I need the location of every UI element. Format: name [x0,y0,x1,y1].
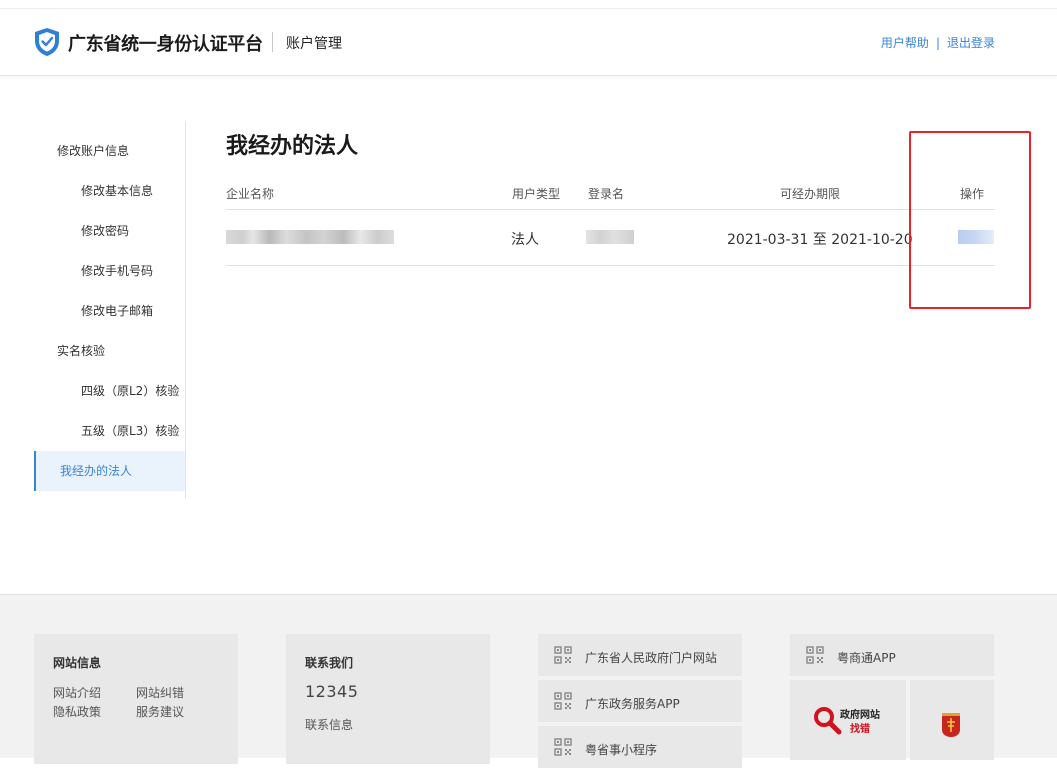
sidebar-item-verification[interactable]: 实名核验 [34,331,185,371]
operation-highlight-box [909,131,1031,309]
sidebar-item-my-legal-persons[interactable]: 我经办的法人 [34,451,185,491]
qr-code-icon [554,738,572,756]
table-header-divider [226,209,995,210]
sidebar-item-password[interactable]: 修改密码 [34,211,185,251]
site-correction-link[interactable]: 网站纠错 [136,684,184,701]
gov-portal-link[interactable]: 广东省人民政府门户网站 [585,649,717,666]
business-app-link[interactable]: 粤商通APP [837,649,896,666]
user-type-cell: 法人 [511,232,539,248]
contact-info-link[interactable]: 联系信息 [305,716,353,733]
help-link[interactable]: 用户帮助 [881,36,929,50]
party-emblem-card[interactable] [910,680,994,760]
qr-code-icon [554,692,572,710]
badge-line2: 找错 [850,724,870,735]
sidebar-item-phone[interactable]: 修改手机号码 [34,251,185,291]
privacy-link[interactable]: 隐私政策 [53,703,101,720]
gov-site-error-badge[interactable]: 政府网站 找错 [790,680,906,760]
contact-title: 联系我们 [305,656,354,670]
table-row-divider [226,265,995,266]
column-header-company: 企业名称 [226,187,275,201]
column-header-user-type: 用户类型 [512,187,561,201]
mini-program-link[interactable]: 粤省事小程序 [585,741,657,758]
sidebar-item-basic-info[interactable]: 修改基本信息 [34,171,185,211]
qr-code-icon [554,646,572,664]
column-header-login: 登录名 [588,187,625,201]
feedback-link[interactable]: 服务建议 [136,703,184,720]
page-title: 我经办的法人 [226,134,359,159]
sidebar-item-level4[interactable]: 四级（原L2）核验 [34,371,185,411]
badge-line1: 政府网站 [840,710,880,721]
business-app-link-card[interactable]: 粤商通APP [790,634,994,676]
emblem-icon [942,713,960,737]
sidebar-nav: 修改账户信息 修改基本信息 修改密码 修改手机号码 修改电子邮箱 实名核验 四级… [34,122,186,499]
gov-app-link-card[interactable]: 广东政务服务APP [538,680,742,722]
header-links: 用户帮助 | 退出登录 [881,34,995,51]
qr-code-icon [806,646,824,664]
site-info-title: 网站信息 [53,656,102,670]
shield-check-icon [35,28,59,56]
section-title: 账户管理 [286,36,342,52]
site-intro-link[interactable]: 网站介绍 [53,684,101,701]
company-name-redacted [226,230,394,244]
sidebar-item-email[interactable]: 修改电子邮箱 [34,291,185,331]
link-divider: | [935,36,940,50]
column-header-period: 可经办期限 [780,187,841,201]
title-divider [272,32,273,52]
login-name-redacted [586,230,634,244]
gov-portal-link-card[interactable]: 广东省人民政府门户网站 [538,634,742,676]
contact-card: 联系我们 12345 联系信息 [286,634,490,764]
gov-app-link[interactable]: 广东政务服务APP [585,695,680,712]
sidebar-item-account-info[interactable]: 修改账户信息 [34,131,185,171]
footer: 网站信息 网站介绍 网站纠错 隐私政策 服务建议 联系我们 12345 联系信息… [0,594,1057,768]
top-header: 广东省统一身份认证平台 账户管理 用户帮助 | 退出登录 [0,8,1057,76]
sidebar-item-level5[interactable]: 五级（原L3）核验 [34,411,185,451]
logout-link[interactable]: 退出登录 [947,36,995,50]
magnifier-icon [814,707,842,735]
site-info-card: 网站信息 网站介绍 网站纠错 隐私政策 服务建议 [34,634,238,764]
mini-program-link-card[interactable]: 粤省事小程序 [538,726,742,768]
platform-title: 广东省统一身份认证平台 [68,34,263,55]
hotline-number: 12345 [305,682,359,701]
period-cell: 2021-03-31 至 2021-10-20 [727,232,913,248]
